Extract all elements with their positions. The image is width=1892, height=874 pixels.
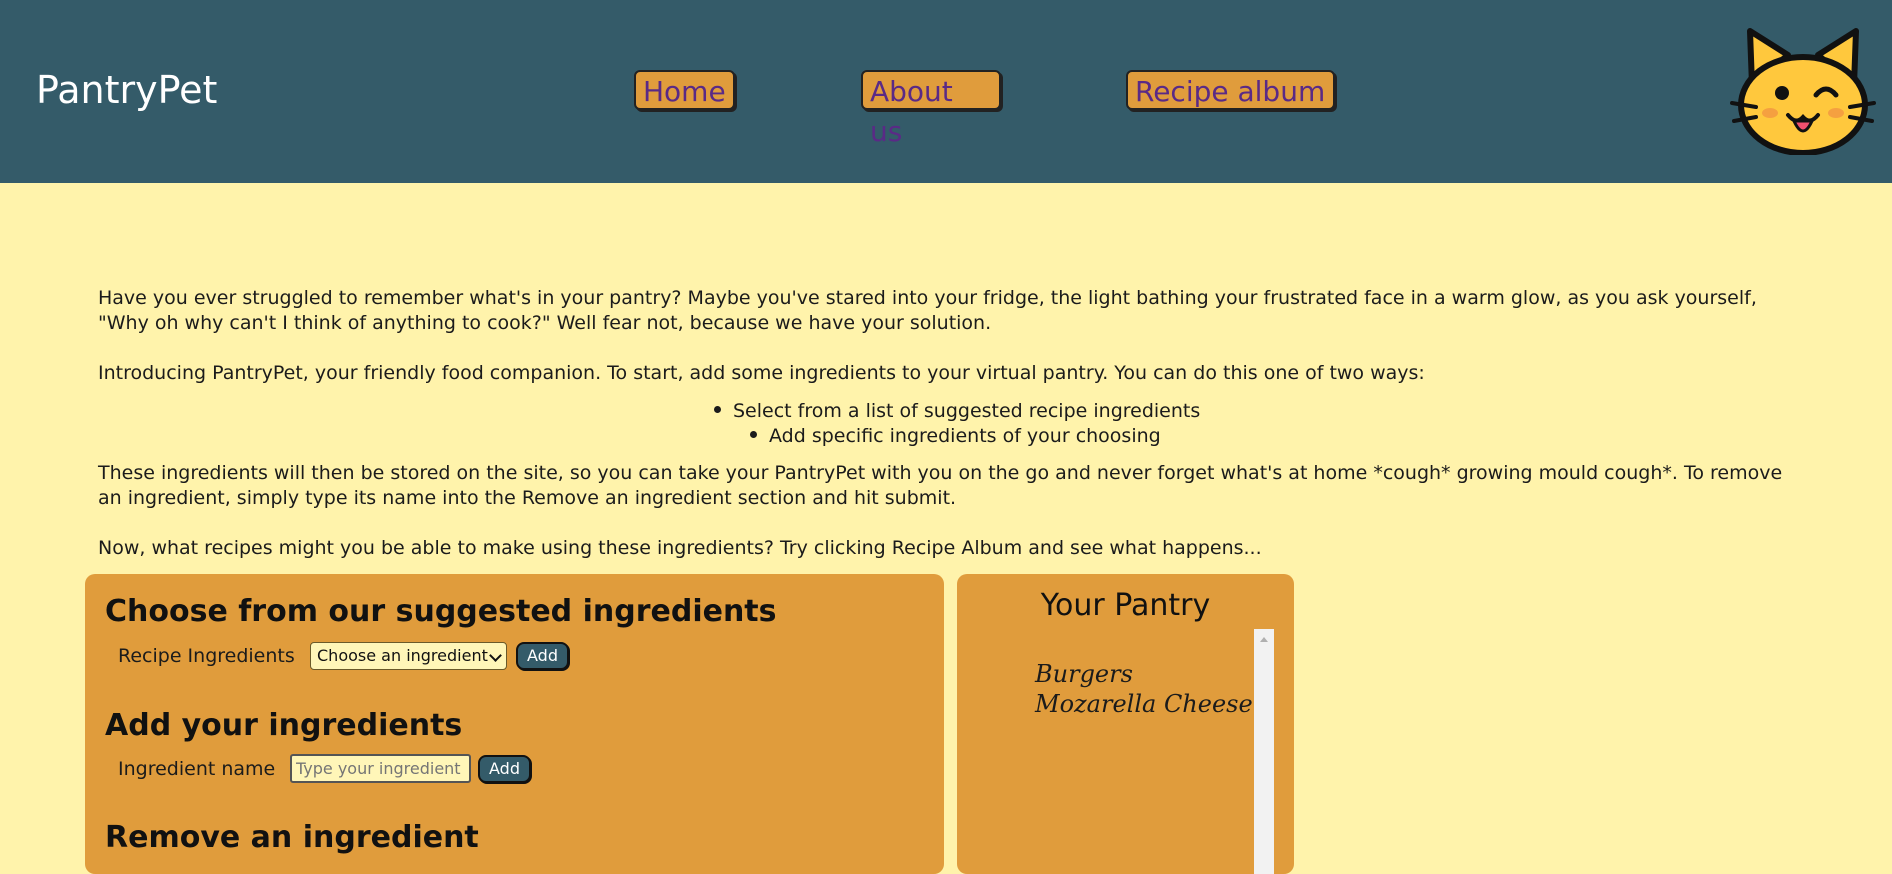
nav-recipe-album-button[interactable]: Recipe album <box>1126 70 1335 110</box>
scroll-up-arrow-icon[interactable] <box>1260 637 1268 642</box>
pantry-scrollbar[interactable] <box>1254 629 1274 874</box>
pantry-title: Your Pantry <box>1040 588 1211 623</box>
list-item: Select from a list of suggested recipe i… <box>714 399 1200 424</box>
chevron-down-icon <box>489 649 502 662</box>
bullet-icon <box>714 406 721 413</box>
recipe-ingredients-label: Recipe Ingredients <box>118 645 295 667</box>
nav-home-button[interactable]: Home <box>634 70 735 110</box>
list-item-text: Select from a list of suggested recipe i… <box>733 400 1201 422</box>
suggested-ingredients-heading: Choose from our suggested ingredients <box>105 594 777 629</box>
ingredient-select[interactable]: Choose an ingredient <box>310 642 507 670</box>
pantry-panel: Your Pantry Burgers Mozarella Cheese <box>957 574 1294 874</box>
pantry-list: Burgers Mozarella Cheese <box>1035 659 1253 719</box>
ingredient-name-input[interactable] <box>290 754 471 783</box>
intro-paragraph: Have you ever struggled to remember what… <box>98 287 1757 334</box>
intro-paragraph: Introducing PantryPet, your friendly foo… <box>98 362 1425 384</box>
ingredient-forms-panel: Choose from our suggested ingredients Re… <box>85 574 944 874</box>
bullet-icon <box>750 431 757 438</box>
site-header: PantryPet Home About us Recipe album <box>0 0 1892 183</box>
ingredient-name-label: Ingredient name <box>118 758 276 780</box>
list-item: Add specific ingredients of your choosin… <box>750 424 1161 449</box>
add-suggested-button[interactable]: Add <box>516 642 569 670</box>
intro-paragraph: Now, what recipes might you be able to m… <box>98 537 1262 559</box>
remove-ingredient-heading: Remove an ingredient <box>105 820 479 855</box>
list-item: Burgers <box>1035 660 1133 688</box>
nav-about-button[interactable]: About us <box>861 70 1001 148</box>
add-custom-button[interactable]: Add <box>478 755 531 783</box>
add-ingredients-heading: Add your ingredients <box>105 708 463 743</box>
ingredient-select-value: Choose an ingredient <box>317 646 488 665</box>
site-brand[interactable]: PantryPet <box>36 66 217 114</box>
intro-paragraph: These ingredients will then be stored on… <box>98 462 1783 509</box>
list-item-text: Add specific ingredients of your choosin… <box>769 425 1161 447</box>
winking-cat-face-icon <box>1730 28 1876 155</box>
list-item: Mozarella Cheese <box>1035 690 1253 718</box>
